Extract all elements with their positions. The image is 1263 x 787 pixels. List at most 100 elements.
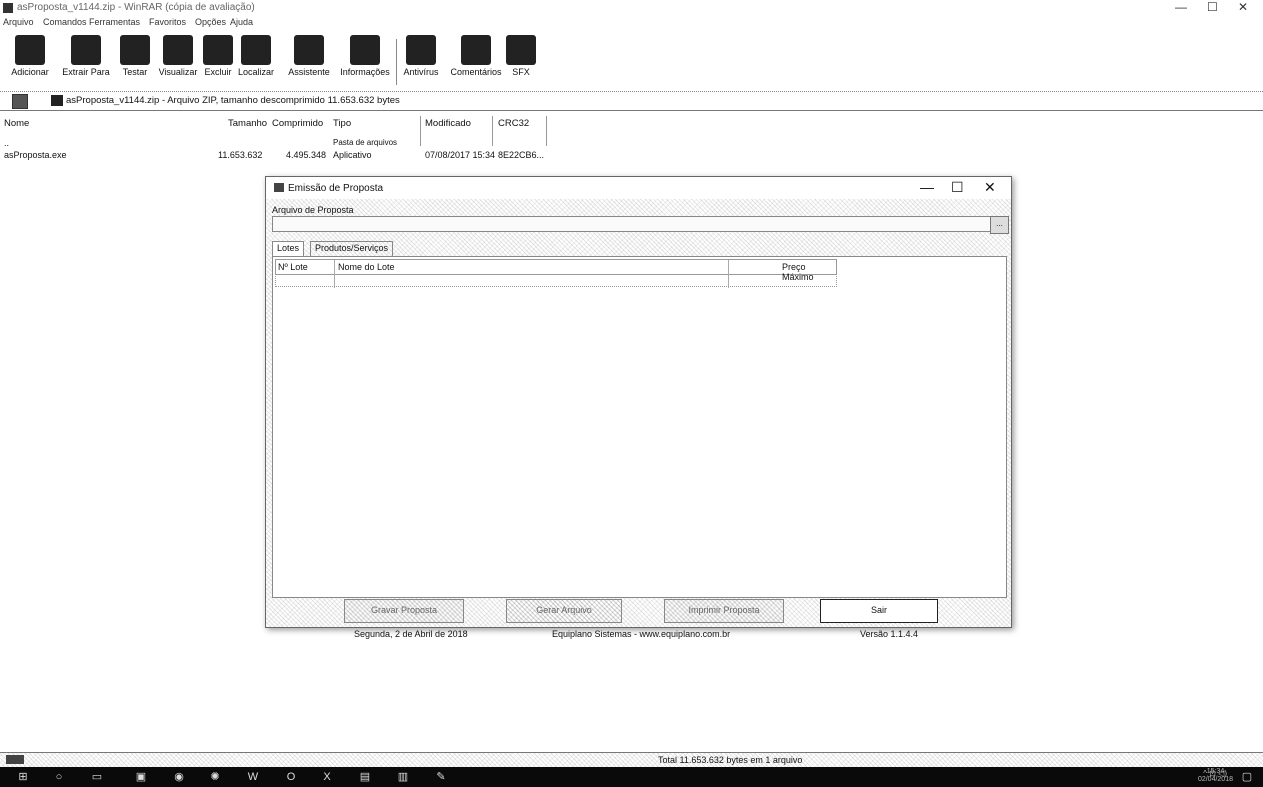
antivirus-icon	[406, 35, 436, 65]
view-icon	[163, 35, 193, 65]
grid-header-num[interactable]: Nº Lote	[278, 262, 308, 272]
toolbar-label: SFX	[512, 67, 530, 77]
file-row-size: 11.653.632	[218, 150, 263, 160]
excel-icon[interactable]: X	[320, 770, 334, 784]
toolbar-label: Assistente	[288, 67, 330, 77]
file-row-packed: 4.495.348	[286, 150, 327, 160]
zip-archive-icon	[51, 95, 63, 106]
toolbar-wizard-button[interactable]: Assistente	[284, 31, 334, 89]
toolbar-test-button[interactable]: Testar	[116, 31, 154, 89]
dialog-title: Emissão de Proposta	[288, 183, 384, 194]
clock-time: 15:34	[1206, 768, 1225, 775]
grid-header-name[interactable]: Nome do Lote	[338, 262, 395, 272]
dialog-status-company: Equiplano Sistemas - www.equiplano.com.b…	[552, 629, 731, 639]
menu-comandos[interactable]: Comandos	[43, 17, 87, 27]
toolbar-label: Testar	[122, 67, 148, 77]
pen-icon[interactable]: ✎	[434, 770, 448, 784]
column-header-packed[interactable]: Comprimido	[272, 118, 323, 129]
winrar-app-icon	[3, 3, 13, 13]
sair-button[interactable]: Sair	[820, 599, 938, 623]
winrar-taskbar-icon[interactable]: ▤	[358, 770, 372, 784]
toolbar-find-button[interactable]: Localizar	[232, 31, 280, 89]
column-header-modified[interactable]: Modificado	[425, 118, 471, 129]
file-row-name[interactable]: asProposta.exe	[4, 150, 67, 160]
up-folder-icon[interactable]	[12, 94, 28, 109]
toolbar-view-button[interactable]: Visualizar	[156, 31, 200, 89]
toolbar-delete-button[interactable]: Excluir	[202, 31, 234, 89]
menu-ajuda[interactable]: Ajuda	[230, 17, 253, 27]
column-separator	[546, 116, 547, 146]
column-separator	[420, 116, 421, 146]
status-bar: Total 11.653.632 bytes em 1 arquivo	[0, 752, 1263, 767]
column-separator	[492, 116, 493, 146]
column-header-type[interactable]: Tipo	[333, 118, 351, 129]
toolbar-label: Extrair Para	[62, 67, 110, 77]
folder-tree-panel[interactable]	[0, 112, 211, 752]
find-icon	[241, 35, 271, 65]
toolbar-add-button[interactable]: Adicionar	[4, 31, 56, 89]
lock-icon[interactable]	[6, 755, 24, 764]
lotes-grid-row[interactable]	[275, 274, 837, 287]
archive-path[interactable]: asProposta_v1144.zip - Arquivo ZIP, tama…	[66, 95, 400, 106]
imprimir-proposta-button[interactable]: Imprimir Proposta	[664, 599, 784, 623]
dialog-maximize-button[interactable]: ☐	[951, 179, 964, 196]
outlook-icon[interactable]: O	[284, 770, 298, 784]
minimize-button[interactable]: —	[1175, 0, 1187, 14]
toolbar-comment-button[interactable]: Comentários	[448, 31, 504, 89]
toolbar-label: Antivírus	[403, 67, 439, 77]
toolbar-separator	[396, 39, 397, 85]
lotes-grid-header: Nº Lote Nome do Lote Preço Máximo	[275, 259, 837, 288]
window-title: asProposta_v1144.zip - WinRAR (cópia de …	[17, 2, 255, 13]
delete-icon	[203, 35, 233, 65]
file-row-modified: 07/08/2017 15:34	[425, 150, 496, 160]
toolbar-sfx-button[interactable]: SFX	[506, 31, 536, 89]
close-button[interactable]: ✕	[1238, 0, 1248, 14]
sfx-icon	[506, 35, 536, 65]
menu-bar: Arquivo Comandos Ferramentas Favoritos O…	[0, 16, 1263, 30]
column-header-size[interactable]: Tamanho	[228, 118, 267, 129]
menu-ferramentas[interactable]: Ferramentas	[89, 17, 140, 27]
toolbar-extract-button[interactable]: Extrair Para	[60, 31, 112, 89]
toolbar: Adicionar Extrair Para Testar Visualizar…	[0, 31, 1263, 92]
dialog-minimize-button[interactable]: —	[920, 179, 934, 195]
dialog-body: Arquivo de Proposta ... Lotes Produtos/S…	[266, 199, 1011, 639]
file-row-parent-name[interactable]: ..	[4, 138, 9, 148]
toolbar-label: Localizar	[237, 67, 275, 77]
dialog-status-version: Versão 1.1.4.4	[860, 629, 919, 639]
menu-favoritos[interactable]: Favoritos	[149, 17, 186, 27]
gerar-arquivo-button[interactable]: Gerar Arquivo	[506, 599, 622, 623]
column-header-name[interactable]: Nome	[4, 118, 29, 129]
notifications-icon[interactable]: ▢	[1240, 770, 1254, 784]
arquivo-label: Arquivo de Proposta	[272, 205, 354, 215]
taskbar: ⊞ ○ ▭ ▣ ◉ ✺ W O X ▤ ▥ ✎ ^ ⊡ ◁) 15:34 02/…	[0, 767, 1263, 787]
app-taskbar-icon[interactable]: ▥	[396, 770, 410, 784]
menu-opcoes[interactable]: Opções	[195, 17, 226, 27]
column-header-crc[interactable]: CRC32	[498, 118, 529, 129]
menu-arquivo[interactable]: Arquivo	[3, 17, 34, 27]
word-icon[interactable]: W	[246, 770, 260, 784]
arquivo-input[interactable]	[272, 216, 992, 232]
toolbar-info-button[interactable]: Informações	[336, 31, 394, 89]
status-summary: Total 11.653.632 bytes em 1 arquivo	[658, 755, 803, 765]
file-row-parent-type: Pasta de arquivos	[333, 138, 398, 147]
dialog-app-icon	[274, 183, 284, 192]
search-icon[interactable]: ○	[52, 770, 66, 784]
toolbar-antivirus-button[interactable]: Antivírus	[398, 31, 444, 89]
test-icon	[120, 35, 150, 65]
task-view-icon[interactable]: ▭	[90, 770, 104, 784]
maximize-button[interactable]: ☐	[1207, 0, 1218, 14]
gravar-proposta-button[interactable]: Gravar Proposta	[344, 599, 464, 623]
toolbar-label: Adicionar	[11, 67, 49, 77]
add-archive-icon	[15, 35, 45, 65]
address-bar: asProposta_v1144.zip - Arquivo ZIP, tama…	[0, 93, 1263, 111]
toolbar-label: Comentários	[450, 67, 502, 77]
file-explorer-icon[interactable]: ▣	[134, 770, 148, 784]
file-row-type: Aplicativo	[333, 150, 372, 160]
browser-icon[interactable]: ◉	[172, 770, 186, 784]
settings-icon[interactable]: ✺	[208, 770, 222, 784]
start-icon[interactable]: ⊞	[16, 770, 30, 784]
browse-button[interactable]: ...	[990, 216, 1009, 234]
title-bar: asProposta_v1144.zip - WinRAR (cópia de …	[0, 0, 1263, 16]
dialog-close-button[interactable]: ✕	[984, 179, 996, 196]
taskbar-clock[interactable]: 15:34 02/04/2018	[1198, 768, 1233, 784]
